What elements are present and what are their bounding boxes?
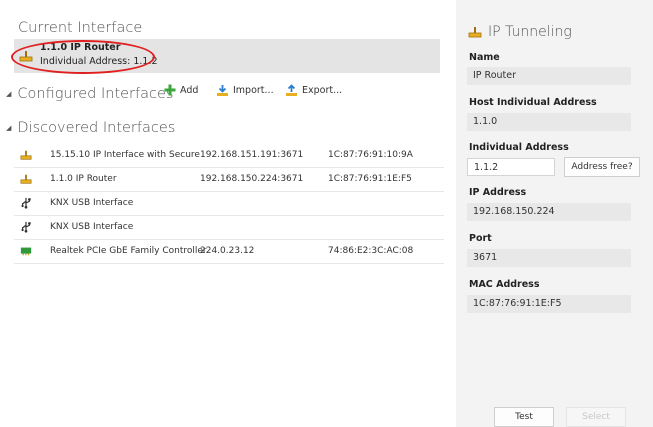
plus-icon — [164, 84, 176, 96]
collapse-triangle-icon[interactable]: ◢ — [6, 90, 11, 98]
add-label: Add — [180, 84, 199, 96]
ip-router-icon — [20, 174, 32, 184]
name-field[interactable]: IP Router — [467, 67, 631, 85]
table-row[interactable]: 1.1.0 IP Router 192.168.150.224:3671 1C:… — [14, 168, 444, 192]
individual-address-field[interactable]: 1.1.2 — [467, 158, 555, 176]
row-name: KNX USB Interface — [50, 198, 134, 208]
host-address-field[interactable]: 1.1.0 — [467, 113, 631, 131]
usb-icon — [21, 197, 31, 209]
mac-address-field[interactable]: 1C:87:76:91:1E:F5 — [467, 295, 631, 313]
current-interface-title: Current Interface — [18, 20, 143, 36]
row-name: 15.15.10 IP Interface with Secure — [50, 150, 200, 160]
name-label: Name — [469, 52, 500, 63]
row-mac: 1C:87:76:91:10:9A — [328, 150, 413, 160]
ip-address-label: IP Address — [469, 187, 527, 198]
row-name: KNX USB Interface — [50, 222, 134, 232]
import-button[interactable]: Import... — [216, 84, 274, 97]
table-row[interactable]: KNX USB Interface — [14, 192, 444, 216]
table-row[interactable]: 15.15.10 IP Interface with Secure 192.16… — [14, 144, 444, 168]
row-ip: 224.0.23.12 — [200, 246, 255, 256]
export-icon — [286, 84, 297, 96]
row-mac: 74:86:E2:3C:AC:08 — [328, 246, 414, 256]
configured-interfaces-title: Configured Interfaces — [17, 86, 174, 102]
row-name: Realtek PCIe GbE Family Controller — [50, 246, 207, 256]
import-label: Import... — [233, 85, 274, 96]
row-name: 1.1.0 IP Router — [50, 174, 117, 184]
port-field[interactable]: 3671 — [467, 249, 631, 267]
select-button[interactable]: Select — [566, 407, 626, 427]
test-button[interactable]: Test — [494, 407, 554, 427]
host-address-label: Host Individual Address — [469, 97, 597, 108]
collapse-triangle-icon[interactable]: ◢ — [6, 124, 11, 132]
discovered-interfaces-title: Discovered Interfaces — [17, 120, 176, 136]
row-ip: 192.168.150.224:3671 — [200, 174, 304, 184]
row-mac: 1C:87:76:91:1E:F5 — [328, 174, 412, 184]
ip-router-icon — [468, 27, 482, 38]
mac-address-label: MAC Address — [469, 279, 540, 290]
individual-address-label: Individual Address — [469, 142, 569, 153]
export-label: Export... — [302, 85, 343, 96]
highlight-oval — [11, 40, 155, 74]
port-label: Port — [469, 233, 492, 244]
usb-icon — [21, 221, 31, 233]
panel-title: IP Tunneling — [488, 24, 572, 40]
table-row[interactable]: Realtek PCIe GbE Family Controller 224.0… — [14, 240, 444, 264]
table-row[interactable]: KNX USB Interface — [14, 216, 444, 240]
import-icon — [217, 85, 228, 96]
address-free-button[interactable]: Address free? — [564, 157, 640, 177]
network-card-icon — [20, 247, 32, 256]
ip-address-field[interactable]: 192.168.150.224 — [467, 203, 631, 221]
ip-router-icon — [20, 150, 32, 160]
add-button[interactable]: Add — [164, 84, 198, 96]
export-button[interactable]: Export... — [285, 84, 342, 97]
row-ip: 192.168.151.191:3671 — [200, 150, 304, 160]
